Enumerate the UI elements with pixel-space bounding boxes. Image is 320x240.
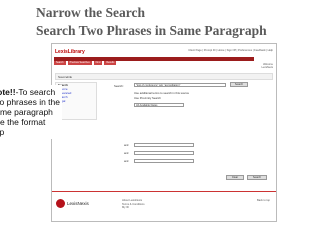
note-callout: Note!!-To search two phrases in the same… <box>0 85 62 139</box>
row-label-1: and <box>124 144 129 147</box>
option-proximity[interactable]: Use Proximity Search <box>134 96 161 100</box>
tab-results[interactable]: Results <box>104 61 117 65</box>
tab-bar: Search Previous Searches Find Results <box>54 61 117 65</box>
footer-link-id[interactable]: My ID <box>122 206 145 210</box>
app-logo: LexisLibrary <box>55 49 85 55</box>
row-label-2: and <box>124 152 129 155</box>
slide-title-line-1: Narrow the Search <box>36 5 145 20</box>
footer-logo-text: LexisNexis <box>67 201 89 206</box>
search-submit-button[interactable]: Search <box>247 175 267 180</box>
slide-title: Narrow the Search Search Two Phrases in … <box>36 4 316 40</box>
row-label-3: and <box>124 160 129 163</box>
term-input-2[interactable] <box>134 151 194 155</box>
lexisnexis-logo-icon <box>56 199 65 208</box>
note-heading: Note!! <box>0 87 16 97</box>
search-input[interactable]: "lost of conference" w/p "accreditation" <box>134 83 226 87</box>
sidebar-item-legal[interactable]: Legal <box>56 99 96 103</box>
divider <box>52 191 276 192</box>
user-line-2: LexisNexis <box>261 66 273 69</box>
term-input-3[interactable] <box>134 159 194 163</box>
tab-find[interactable]: Find <box>93 61 103 65</box>
breadcrumb[interactable]: Sourcelink <box>55 73 273 80</box>
term-input-1[interactable] <box>134 143 194 147</box>
option-additional-terms[interactable]: Use additional terms to search in this s… <box>134 91 189 95</box>
footer: LexisNexis About LexisNexis Terms & Cond… <box>52 194 276 221</box>
tab-previous-searches[interactable]: Previous Searches <box>67 61 92 65</box>
date-dropdown[interactable]: All Available Dates <box>134 103 184 107</box>
tab-search[interactable]: Search <box>54 61 66 65</box>
search-button[interactable]: Search <box>230 82 248 87</box>
slide-title-line-2: Search Two Phrases in Same Paragraph <box>36 23 267 38</box>
screenshot-panel: LexisLibrary Client Page | Prompt ID | H… <box>51 43 277 222</box>
back-to-top-link[interactable]: Back to top <box>257 199 270 202</box>
footer-link-about[interactable]: About LexisNexis <box>122 199 145 203</box>
clear-button[interactable]: Clear <box>226 175 244 180</box>
footer-links: About LexisNexis Terms & Conditions My I… <box>122 199 145 210</box>
header-links[interactable]: Client Page | Prompt ID | Home | Sign Of… <box>188 49 273 52</box>
user-info: Welcome LexisNexis <box>261 63 273 69</box>
search-label: Search: <box>114 84 124 88</box>
